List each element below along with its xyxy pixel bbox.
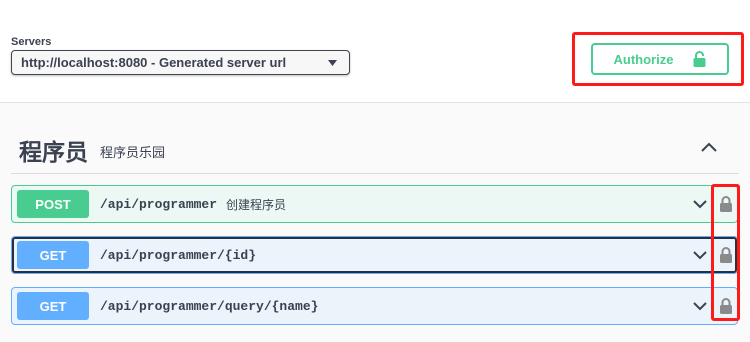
tag-section-header[interactable]: 程序员 程序员乐园 [11,126,739,174]
authorize-highlight-box [572,32,744,86]
operation-path: /api/programmer/query/{name} [100,298,319,314]
method-badge: GET [17,241,89,269]
chevron-down-icon[interactable] [693,200,707,209]
lock-icon[interactable] [720,298,732,314]
operation-post-programmer[interactable]: POST /api/programmer 创建程序员 [11,185,738,223]
tag-description: 程序员乐园 [100,145,166,160]
operation-path: /api/programmer/{id} [100,247,257,263]
server-select[interactable]: http://localhost:8080 - Generated server… [11,50,350,75]
scheme-container: Servers http://localhost:8080 - Generate… [0,0,750,103]
server-select-value: http://localhost:8080 - Generated server… [21,55,287,70]
method-badge: GET [17,292,89,320]
chevron-down-icon[interactable] [693,251,707,260]
method-badge: POST [17,190,89,218]
lock-icon[interactable] [720,196,732,212]
operation-get-programmer-query[interactable]: GET /api/programmer/query/{name} [11,287,738,325]
operation-path: /api/programmer [100,196,218,212]
chevron-down-icon[interactable] [693,302,707,311]
tag-title: 程序员 [19,138,88,165]
operation-get-programmer-by-id[interactable]: GET /api/programmer/{id} [11,236,738,274]
operation-summary: 创建程序员 [226,197,287,212]
caret-down-icon [328,59,337,66]
chevron-up-icon[interactable] [701,142,717,152]
lock-icon[interactable] [720,247,732,263]
servers-label: Servers [11,36,52,48]
